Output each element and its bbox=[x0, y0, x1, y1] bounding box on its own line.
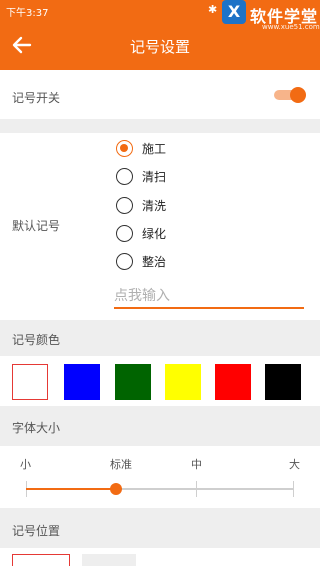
radio-label: 清扫 bbox=[142, 169, 167, 184]
position-option-selected[interactable] bbox=[12, 554, 70, 566]
font-size-label: 字体大小 bbox=[12, 421, 61, 435]
radio-option-construction[interactable]: 施工 bbox=[116, 138, 166, 158]
bluetooth-icon: ✱ bbox=[208, 3, 218, 16]
size-label-standard: 标准 bbox=[110, 458, 132, 471]
default-mark-label: 默认记号 bbox=[12, 219, 61, 233]
status-time: 下午3:37 bbox=[6, 8, 49, 19]
font-size-slider-fill bbox=[26, 488, 116, 490]
radio-label: 整治 bbox=[142, 254, 167, 269]
radio-option-washing[interactable]: 清洗 bbox=[116, 195, 166, 215]
radio-option-greening[interactable]: 绿化 bbox=[116, 223, 166, 243]
radio-unchecked-icon bbox=[116, 196, 133, 214]
size-label-medium: 中 bbox=[191, 458, 202, 471]
radio-option-cleaning[interactable]: 清扫 bbox=[116, 166, 166, 186]
radio-unchecked-icon bbox=[116, 167, 133, 185]
radio-checked-icon bbox=[116, 139, 133, 157]
mark-color-label: 记号颜色 bbox=[12, 333, 61, 347]
watermark-url: www.xue51.com bbox=[262, 23, 320, 31]
toggle-knob bbox=[290, 87, 306, 103]
color-swatch[interactable] bbox=[12, 364, 48, 400]
mark-switch-toggle[interactable] bbox=[274, 87, 306, 103]
size-label-large: 大 bbox=[289, 458, 300, 471]
custom-mark-input[interactable] bbox=[114, 285, 304, 309]
mark-switch-label: 记号开关 bbox=[12, 91, 61, 105]
slider-tick bbox=[293, 481, 294, 497]
color-swatch[interactable] bbox=[165, 364, 201, 400]
radio-unchecked-icon bbox=[116, 224, 133, 242]
radio-unchecked-icon bbox=[116, 252, 133, 270]
slider-tick bbox=[196, 481, 197, 497]
section-divider bbox=[0, 119, 320, 133]
position-option[interactable] bbox=[82, 554, 136, 566]
color-swatch[interactable] bbox=[64, 364, 100, 400]
color-swatch[interactable] bbox=[115, 364, 151, 400]
watermark-logo: X bbox=[222, 0, 246, 24]
page-title: 记号设置 bbox=[129, 38, 190, 56]
mark-position-label: 记号位置 bbox=[12, 524, 61, 538]
radio-label: 施工 bbox=[142, 141, 167, 156]
radio-label: 绿化 bbox=[142, 226, 167, 241]
font-size-slider-thumb[interactable] bbox=[110, 483, 122, 495]
color-swatch[interactable] bbox=[265, 364, 301, 400]
radio-label: 清洗 bbox=[142, 198, 167, 213]
radio-option-rectification[interactable]: 整治 bbox=[116, 251, 166, 271]
size-label-small: 小 bbox=[20, 458, 31, 471]
color-swatch[interactable] bbox=[215, 364, 251, 400]
